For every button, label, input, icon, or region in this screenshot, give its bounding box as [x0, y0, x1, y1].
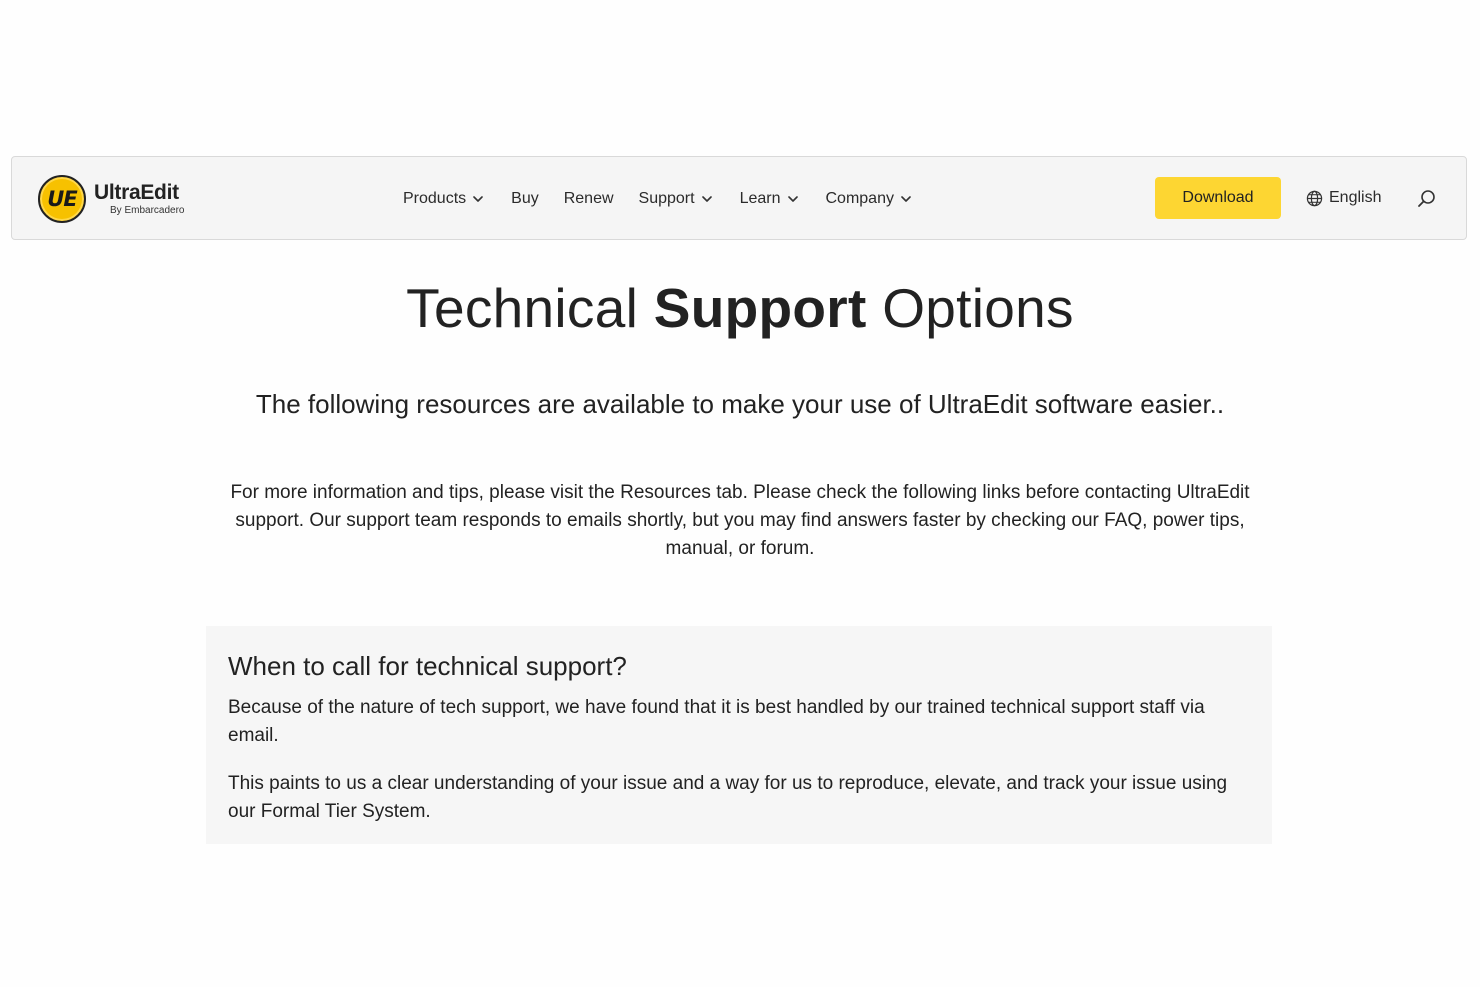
ue-logo-badge-icon: UE	[38, 175, 86, 223]
chevron-down-icon	[701, 193, 714, 205]
intro-paragraph: For more information and tips, please vi…	[230, 482, 1250, 559]
chevron-down-icon	[901, 193, 913, 205]
card-paragraph-1: Because of the nature of tech support, w…	[228, 697, 1205, 746]
page-subtitle: The following resources are available to…	[255, 389, 1225, 419]
language-selector[interactable]: English	[1306, 187, 1381, 209]
nav-item-learn[interactable]: Learn	[740, 190, 800, 208]
globe-icon	[1306, 190, 1323, 206]
logo-name: UltraEdit	[94, 181, 179, 204]
main-nav: Products Buy Renew Support Learn Company	[403, 187, 913, 211]
nav-item-products[interactable]: Products	[403, 190, 485, 208]
download-button[interactable]: Download	[1155, 177, 1281, 219]
chevron-down-icon	[787, 193, 800, 205]
page-title: Technical Support Options	[406, 277, 1074, 339]
ultraedit-logo[interactable]: UE UltraEdit By Embarcadero	[38, 175, 184, 223]
support-info-card: When to call for technical support? Beca…	[206, 626, 1272, 844]
card-paragraph-2: This paints to us a clear understanding …	[228, 773, 1228, 822]
card-heading: When to call for technical support?	[228, 651, 627, 681]
nav-item-support[interactable]: Support	[639, 190, 714, 208]
logo-byline: By Embarcadero	[110, 205, 185, 216]
nav-item-buy[interactable]: Buy	[511, 190, 539, 208]
nav-item-company[interactable]: Company	[826, 190, 913, 208]
chevron-down-icon	[473, 193, 485, 205]
search-icon[interactable]	[1416, 188, 1438, 210]
nav-item-renew[interactable]: Renew	[564, 190, 614, 208]
top-navbar: UE UltraEdit By Embarcadero Products Buy…	[11, 156, 1467, 240]
language-label: English	[1329, 189, 1382, 206]
